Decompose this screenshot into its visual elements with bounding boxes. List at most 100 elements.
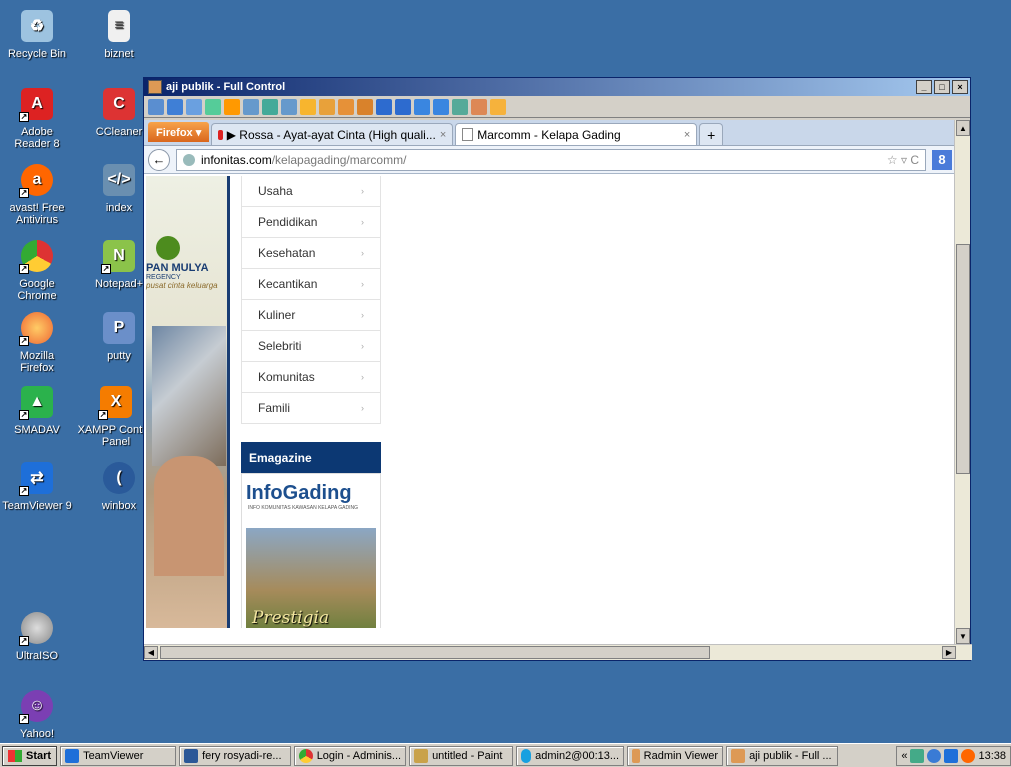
mozilla-firefox-desktop-icon[interactable]: ↗ Mozilla Firefox <box>2 312 72 374</box>
tab-close-icon[interactable]: × <box>684 129 690 141</box>
woman-photo <box>154 456 224 576</box>
scroll-down-icon[interactable]: ▼ <box>956 628 970 644</box>
back-arrow-icon[interactable]: ← <box>148 148 170 171</box>
tab-youtube-rossa[interactable]: ▶ Rossa - Ayat-ayat Cinta (High quali...… <box>211 123 454 145</box>
text-file-icon: ≡ <box>108 10 130 42</box>
teamviewer-tray-icon[interactable] <box>944 748 959 763</box>
category-menu: Usaha › Pendidikan › Kesehatan › Kecantikan… <box>241 176 381 424</box>
tray-expand-chevron-icon[interactable]: « <box>901 750 907 762</box>
vertical-scrollbar[interactable]: ▲ ▼ <box>954 120 970 644</box>
monitor-icon[interactable] <box>433 98 449 115</box>
pan-mulya-banner[interactable]: PAN MULYA REGENCY pusat cinta keluarga <box>146 176 230 628</box>
taskbar-button-skype[interactable]: admin2@00:13... <box>516 745 625 766</box>
chevron-right-icon: › <box>361 217 364 227</box>
recycle-bin-desktop-icon[interactable]: ♻ Recycle Bin <box>2 10 72 60</box>
remote-window-titlebar[interactable]: aji publik - Full Control _ □ × <box>144 78 970 96</box>
clock: 13:38 <box>978 749 1006 762</box>
remote-control-window[interactable]: aji publik - Full Control _ □ × Firefox … <box>143 77 972 661</box>
desktop-icon-label: UltraISO <box>15 650 59 662</box>
page-icon <box>462 128 474 141</box>
menu-item-pendidikan[interactable]: Pendidikan › <box>241 207 381 238</box>
magazine-cover[interactable]: InfoGading INFO KOMUNITAS KAWASAN KELAPA… <box>241 473 381 628</box>
fit-screen-icon[interactable] <box>395 98 411 115</box>
taskbar-button-label: admin2@00:13... <box>535 749 620 762</box>
chat-icon[interactable] <box>243 98 259 115</box>
avast-desktop-icon[interactable]: a ↗ avast! Free Antivirus <box>2 164 72 226</box>
menu-item-usaha[interactable]: Usaha › <box>241 176 381 207</box>
taskbar-button-label: fery rosyadi-re... <box>202 749 282 762</box>
settings-icon[interactable] <box>471 98 487 115</box>
scrollbar-thumb[interactable] <box>160 646 710 659</box>
navigation-bar: ← infonitas.com /kelapagading/marcomm/ ☆… <box>144 146 956 174</box>
scroll-right-icon[interactable]: ▶ <box>942 646 956 659</box>
taskbar: Start TeamViewer fery rosyadi-re... Logi… <box>0 743 1011 767</box>
menu-item-kuliner[interactable]: Kuliner › <box>241 300 381 331</box>
phone-icon[interactable] <box>262 98 278 115</box>
taskbar-button-word[interactable]: fery rosyadi-re... <box>179 745 292 766</box>
tab-marcomm[interactable]: Marcomm - Kelapa Gading × <box>455 123 698 145</box>
minimize-button[interactable]: _ <box>916 80 932 94</box>
scroll-up-icon[interactable]: ▲ <box>956 120 970 136</box>
chevron-right-icon: › <box>361 403 364 413</box>
yahoo-desktop-icon[interactable]: ☺ ↗ Yahoo! <box>2 690 72 740</box>
tab-close-icon[interactable]: × <box>440 129 446 141</box>
url-bar-actions[interactable]: ☆ ▿ C <box>887 153 919 167</box>
avast-tray-icon[interactable] <box>961 748 976 763</box>
screenshot-icon[interactable] <box>452 98 468 115</box>
biznet-desktop-icon[interactable]: ≡ biznet <box>84 10 154 60</box>
chevron-right-icon: › <box>361 279 364 289</box>
menu-item-selebriti[interactable]: Selebriti › <box>241 331 381 362</box>
taskbar-button-aji-publik[interactable]: aji publik - Full ... <box>726 745 839 766</box>
teamviewer-desktop-icon[interactable]: ⇄ ↗ TeamViewer 9 <box>2 462 72 512</box>
taskbar-button-label: untitled - Paint <box>432 749 503 762</box>
refresh-icon[interactable] <box>224 98 240 115</box>
ultraiso-desktop-icon[interactable]: ↗ UltraISO <box>2 612 72 662</box>
users-icon[interactable] <box>319 98 335 115</box>
start-button[interactable]: Start <box>2 745 58 766</box>
taskbar-button-radmin[interactable]: Radmin Viewer <box>627 745 724 766</box>
close-button[interactable]: × <box>952 80 968 94</box>
save-icon[interactable] <box>148 98 164 115</box>
scroll-left-icon[interactable]: ◀ <box>144 646 158 659</box>
google-chrome-desktop-icon[interactable]: ↗ Google Chrome <box>2 240 72 302</box>
yahoo-messenger-icon: ☺ ↗ <box>19 690 53 724</box>
maximize-button[interactable]: □ <box>934 80 950 94</box>
chevron-right-icon: › <box>361 372 364 382</box>
horizontal-scrollbar[interactable]: ◀ ▶ <box>144 644 972 660</box>
update-icon[interactable] <box>927 748 942 763</box>
magazine-subtitle: INFO KOMUNITAS KAWASAN KELAPA GADING <box>248 505 359 511</box>
firefox-menu-button[interactable]: Firefox ▾ <box>148 122 210 142</box>
message-icon[interactable] <box>281 98 297 115</box>
new-tab-button[interactable]: + <box>699 123 724 145</box>
desktop-icon-label: avast! Free Antivirus <box>9 202 65 226</box>
menu-item-kesehatan[interactable]: Kesehatan › <box>241 238 381 269</box>
clipboard-icon[interactable] <box>338 98 354 115</box>
menu-item-kecantikan[interactable]: Kecantikan › <box>241 269 381 300</box>
url-bar[interactable]: infonitas.com /kelapagading/marcomm/ ☆ ▿… <box>176 148 926 171</box>
tree-logo-icon <box>156 236 180 260</box>
window-icon[interactable] <box>414 98 430 115</box>
pan-mulya-logo: PAN MULYA REGENCY pusat cinta keluarga <box>146 236 230 290</box>
screen-icon[interactable] <box>167 98 183 115</box>
skype-icon <box>521 748 532 763</box>
taskbar-button-chrome[interactable]: Login - Adminis... <box>294 745 407 766</box>
menu-item-komunitas[interactable]: Komunitas › <box>241 362 381 393</box>
smadav-desktop-icon[interactable]: ▲ ↗ SMADAV <box>2 386 72 436</box>
menu-item-famili[interactable]: Famili › <box>241 393 381 424</box>
taskbar-button-teamviewer[interactable]: TeamViewer <box>60 745 177 766</box>
xampp-icon: X ↗ <box>98 386 132 420</box>
clipboard-copy-icon[interactable] <box>357 98 373 115</box>
adobe-reader-desktop-icon[interactable]: A ↗ Adobe Reader 8 <box>2 88 72 150</box>
google-search-icon[interactable]: 8 <box>932 149 952 170</box>
logo-sub: REGENCY <box>146 274 181 281</box>
notepad-plus-icon: N ↗ <box>101 240 135 274</box>
scrollbar-thumb[interactable] <box>956 244 970 474</box>
network-icon[interactable] <box>910 748 925 763</box>
taskbar-button-paint[interactable]: untitled - Paint <box>409 745 514 766</box>
exit-icon[interactable] <box>490 98 506 115</box>
transfer-icon[interactable] <box>205 98 221 115</box>
user-icon[interactable] <box>300 98 316 115</box>
terminal-icon[interactable] <box>186 98 202 115</box>
full-screen-icon[interactable] <box>376 98 392 115</box>
php-file-icon: </> <box>103 164 135 196</box>
